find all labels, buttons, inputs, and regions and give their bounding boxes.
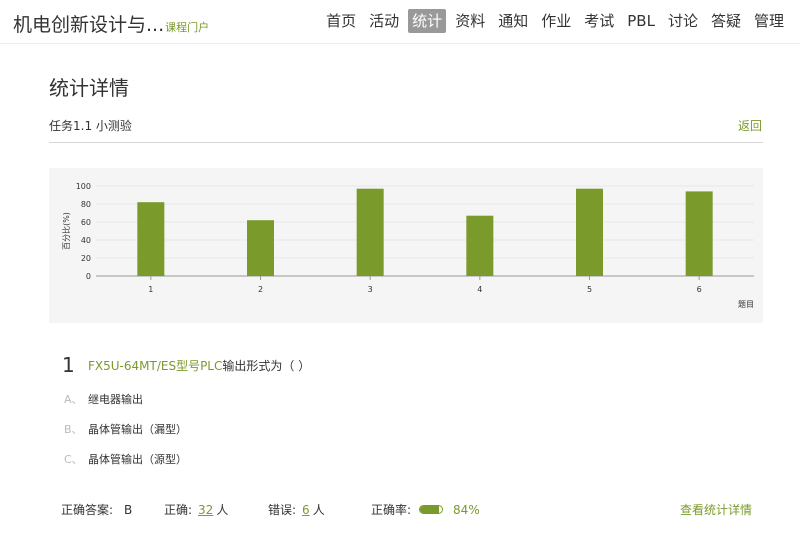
correct-answer-label: 正确答案: — [61, 503, 114, 517]
correct-count-stat: 正确: 32 人 — [164, 501, 228, 518]
bar-2 — [247, 220, 274, 276]
nav-item-8[interactable]: 讨论 — [664, 9, 702, 33]
correct-rate-progress-bar — [419, 505, 444, 514]
x-tick-label: 2 — [258, 285, 263, 294]
y-tick-label: 20 — [81, 254, 91, 263]
statistics-chart: 0 20 40 60 80 100 百分比(%) 1 2 3 4 5 6 题目 — [49, 168, 763, 323]
top-bar: 机电创新设计与... 课程门户 首页 活动 统计 资料 通知 作业 考试 PBL 讨论 答疑 管理 — [0, 0, 800, 44]
option-letter: A、 — [64, 393, 83, 406]
x-tick-label: 3 — [368, 285, 373, 294]
bar-6 — [685, 191, 713, 276]
course-title[interactable]: 机电创新设计与... — [13, 10, 164, 37]
bar-5 — [576, 188, 603, 276]
wrong-count-stat: 错误: 6 人 — [268, 501, 325, 518]
nav-item-1[interactable]: 活动 — [365, 9, 403, 33]
option-letter: C、 — [64, 453, 83, 466]
correct-rate-stat: 正确率: 84% — [371, 501, 480, 518]
wrong-count-unit: 人 — [312, 503, 325, 517]
question-stem: 输出形式为（ ） — [222, 359, 311, 373]
course-brand[interactable]: 机电创新设计与... 课程门户 — [13, 10, 209, 37]
x-tick-label: 4 — [477, 285, 482, 294]
bar-chart-svg: 0 20 40 60 80 100 百分比(%) 1 2 3 4 5 6 题目 — [61, 182, 754, 309]
nav-item-0[interactable]: 首页 — [322, 9, 360, 33]
page-title: 统计详情 — [49, 76, 129, 100]
nav-item-2[interactable]: 统计 — [408, 9, 447, 33]
option-1: B、 晶体管输出（漏型） — [64, 421, 187, 437]
view-statistics-detail-link[interactable]: 查看统计详情 — [680, 501, 752, 518]
correct-answer-value: B — [124, 502, 133, 517]
x-axis-label: 题目 — [738, 300, 754, 309]
bar-3 — [356, 188, 384, 276]
correct-rate-progress-fill — [420, 506, 439, 513]
nav-item-4[interactable]: 通知 — [494, 9, 532, 33]
option-2: C、 晶体管输出（源型） — [64, 451, 187, 467]
correct-count-label: 正确: — [164, 503, 193, 517]
task-name: 任务1.1 小测验 — [49, 119, 132, 133]
back-link[interactable]: 返回 — [738, 117, 762, 134]
wrong-count-link[interactable]: 6 — [302, 503, 310, 517]
y-tick-label: 100 — [76, 182, 91, 191]
option-text: 继电器输出 — [88, 393, 143, 406]
correct-count-unit: 人 — [216, 503, 229, 517]
x-tick-label: 6 — [697, 285, 702, 294]
question-text: FX5U-64MT/ES型号PLC输出形式为（ ） — [88, 357, 310, 374]
main-nav: 首页 活动 统计 资料 通知 作业 考试 PBL 讨论 答疑 管理 — [317, 9, 788, 33]
x-tick-label: 1 — [148, 285, 153, 294]
question-model-text: FX5U-64MT/ES型号PLC — [88, 359, 223, 373]
nav-item-7[interactable]: PBL — [623, 9, 659, 33]
option-0: A、 继电器输出 — [64, 391, 143, 407]
option-letter: B、 — [64, 423, 83, 436]
y-axis-label: 百分比(%) — [61, 212, 71, 250]
correct-rate-value: 84% — [453, 502, 480, 517]
nav-item-3[interactable]: 资料 — [451, 9, 489, 33]
y-tick-label: 0 — [86, 272, 91, 281]
bar-1 — [137, 202, 165, 276]
y-tick-label: 40 — [81, 236, 91, 245]
option-text: 晶体管输出（漏型） — [88, 423, 187, 436]
bar-4 — [466, 215, 494, 276]
nav-item-5[interactable]: 作业 — [537, 9, 575, 33]
option-text: 晶体管输出（源型） — [88, 453, 187, 466]
wrong-count-label: 错误: — [268, 503, 297, 517]
nav-item-9[interactable]: 答疑 — [707, 9, 745, 33]
question-number: 1 — [62, 353, 75, 377]
y-tick-label: 60 — [81, 218, 91, 227]
divider — [49, 142, 763, 143]
nav-item-6[interactable]: 考试 — [580, 9, 618, 33]
correct-count-link[interactable]: 32 — [198, 503, 213, 517]
course-portal-link[interactable]: 课程门户 — [165, 19, 209, 35]
correct-answer-stat: 正确答案: B — [61, 501, 132, 518]
nav-item-10[interactable]: 管理 — [750, 9, 788, 33]
y-tick-label: 80 — [81, 200, 91, 209]
correct-rate-label: 正确率: — [371, 503, 412, 517]
x-tick-label: 5 — [587, 285, 592, 294]
